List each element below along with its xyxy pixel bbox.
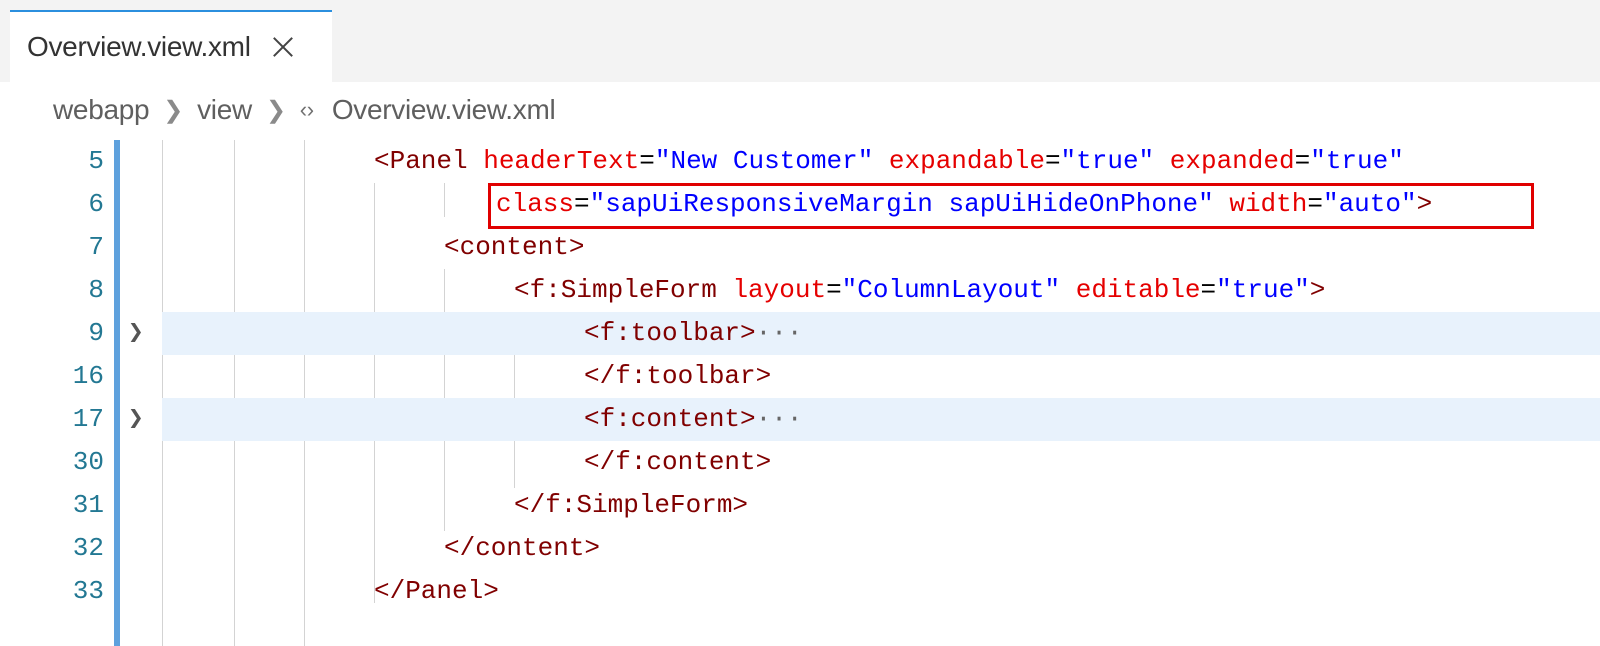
folded-ellipsis: ··· [755, 318, 803, 348]
folded-ellipsis: ··· [755, 404, 803, 434]
chevron-right-icon: ❯ [163, 96, 184, 124]
line-number: 30 [72, 447, 104, 477]
code-line: 16 </f:toolbar> [0, 355, 1600, 398]
line-number: 32 [72, 533, 104, 563]
code-text: <f:SimpleForm layout="ColumnLayout" edit… [514, 275, 1326, 305]
code-line-folded: 9 ❯ <f:toolbar>··· [0, 312, 1600, 355]
code-text: <f:toolbar>··· [584, 318, 803, 348]
line-number: 16 [72, 361, 104, 391]
tab-bar: Overview.view.xml [0, 0, 1600, 82]
code-text: <content> [444, 232, 585, 262]
line-number: 8 [88, 275, 104, 305]
line-number: 17 [72, 404, 104, 434]
code-text: </f:toolbar> [584, 361, 772, 391]
chevron-right-icon: ❯ [265, 96, 286, 124]
code-line: 32 </content> [0, 527, 1600, 570]
line-number: 7 [88, 232, 104, 262]
code-text: </Panel> [374, 576, 499, 606]
line-number: 33 [72, 576, 104, 606]
line-number: 6 [88, 189, 104, 219]
breadcrumb-item-webapp[interactable]: webapp [53, 94, 150, 126]
folded-line-highlight [162, 312, 1600, 355]
code-editor[interactable]: 5 <Panel headerText="New Customer" expan… [0, 140, 1600, 646]
code-text: <Panel headerText="New Customer" expanda… [374, 146, 1404, 176]
close-icon[interactable] [269, 33, 297, 61]
chevron-right-icon[interactable]: ❯ [128, 398, 152, 441]
tab-overview-view-xml[interactable]: Overview.view.xml [10, 10, 332, 82]
annotation-highlight-box [488, 183, 1534, 229]
breadcrumb-item-file[interactable]: Overview.view.xml [332, 94, 556, 126]
breadcrumb-item-view[interactable]: view [197, 94, 252, 126]
tab-label: Overview.view.xml [27, 31, 251, 62]
code-text: </f:content> [584, 447, 772, 477]
line-number: 31 [72, 490, 104, 520]
line-number: 9 [88, 318, 104, 348]
xml-file-icon: ‹› [299, 97, 314, 122]
code-text: <f:content>··· [584, 404, 803, 434]
code-line: 33 </Panel> [0, 570, 1600, 613]
code-text: </content> [444, 533, 601, 563]
code-line: 7 <content> [0, 226, 1600, 269]
breadcrumb: webapp ❯ view ❯ ‹› Overview.view.xml [0, 84, 1600, 136]
line-number: 5 [88, 146, 104, 176]
code-line: 5 <Panel headerText="New Customer" expan… [0, 140, 1600, 183]
code-line: 8 <f:SimpleForm layout="ColumnLayout" ed… [0, 269, 1600, 312]
code-line: 31 </f:SimpleForm> [0, 484, 1600, 527]
code-text: </f:SimpleForm> [514, 490, 749, 520]
code-line-folded: 17 ❯ <f:content>··· [0, 398, 1600, 441]
chevron-right-icon[interactable]: ❯ [128, 312, 152, 355]
folded-line-highlight [162, 398, 1600, 441]
code-line: 30 </f:content> [0, 441, 1600, 484]
